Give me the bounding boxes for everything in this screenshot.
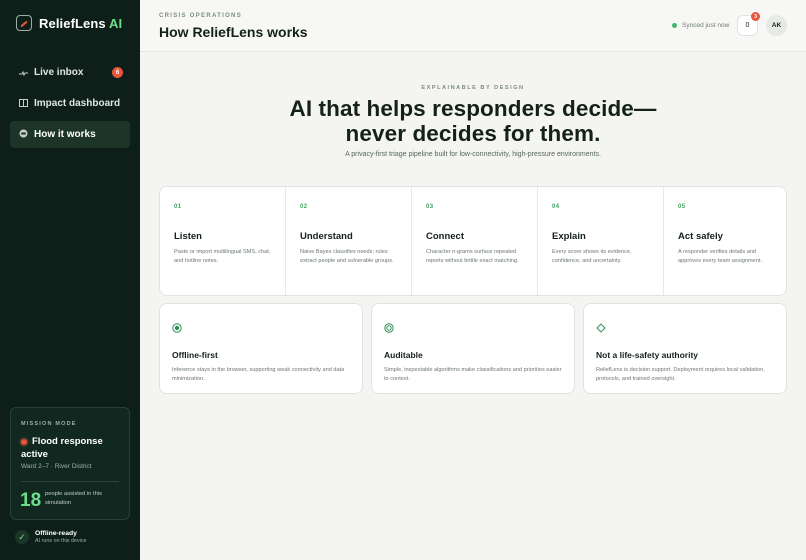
sidebar: ReliefLens AI Live inbox 6 Impact dashbo… [0,0,140,560]
diamond-icon [596,323,606,333]
people-assisted-count: 18 [20,490,42,511]
brand[interactable]: ReliefLens AI [16,15,122,31]
sync-dot-icon [672,23,677,28]
step-number: 02 [300,204,308,210]
pipeline-steps: 01 Listen Paste or import multilingual S… [159,186,787,296]
principle-description: ReliefLens is decision support. Deployme… [596,367,765,382]
info-icon [17,129,29,140]
step-description: Naive Bayes classifies needs; rules extr… [300,249,394,264]
sidebar-item-label: How it works [34,129,96,140]
step-card: 04 Explain Every score shows its evidenc… [538,187,664,295]
step-number: 01 [174,204,182,210]
principles: Offline-first Inference stays in the bro… [159,303,787,394]
step-card: 05 Act safely A responder verifies detai… [664,187,786,295]
mission-title: Flood response active [21,436,103,460]
pulse-icon [17,68,29,78]
hero-title-line-1: AI that helps responders decide— [289,96,657,121]
sync-status: Synced just now [672,22,729,29]
offline-title: Offline-ready [35,530,77,537]
header-kicker: CRISIS OPERATIONS [159,13,242,19]
sidebar-item-impact-dashboard[interactable]: Impact dashboard [10,90,130,117]
hero-kicker: EXPLAINABLE BY DESIGN [421,85,525,91]
step-title: Explain [552,231,586,242]
relieflens-logo-icon [16,15,32,31]
sync-label: Synced just now [682,22,730,29]
step-description: Paste or import multilingual SMS, chat, … [174,249,271,264]
hero-title-line-2: never decides for them. [345,121,601,146]
mission-ward: Ward 2–7 · River District [21,463,92,470]
step-title: Act safely [678,231,723,242]
hero-subtitle: A privacy-first triage pipeline built fo… [345,151,601,158]
step-title: Understand [300,231,353,242]
radio-target-icon [172,323,182,333]
step-number: 05 [678,204,686,210]
mission-mode-card: MISSION MODE Flood response active Ward … [10,407,130,520]
step-description: Every score shows its evidence, confiden… [552,249,632,264]
offline-subtitle: AI runs on this device [35,538,87,544]
principle-title: Not a life-safety authority [596,350,699,360]
step-number: 03 [426,204,434,210]
principle-description: Inference stays in the browser, supporti… [172,367,345,382]
sidebar-item-label: Live inbox [34,67,84,78]
step-number: 04 [552,204,560,210]
step-description: Character n-grams surface repeated repor… [426,249,519,264]
principle-card-not-life-safety: Not a life-safety authority ReliefLens i… [583,303,787,394]
principle-title: Auditable [384,350,423,360]
step-card: 01 Listen Paste or import multilingual S… [160,187,286,295]
avatar[interactable]: AK [766,15,787,36]
step-card: 02 Understand Naive Bayes classifies nee… [286,187,412,295]
target-icon [384,323,394,333]
step-title: Listen [174,231,202,242]
sidebar-item-how-it-works[interactable]: How it works [10,121,130,148]
sidebar-nav: Live inbox 6 Impact dashboard How it wor… [10,59,130,152]
people-assisted-label: people assisted in this simulation [45,491,103,506]
principle-card-offline-first: Offline-first Inference stays in the bro… [159,303,363,394]
principle-card-auditable: Auditable Simple, inspectable algorithms… [371,303,575,394]
principle-description: Simple, inspectable algorithms make clas… [384,367,562,382]
step-title: Connect [426,231,464,242]
step-card: 03 Connect Character n-grams surface rep… [412,187,538,295]
notifications-button[interactable]: 0 3 [737,12,760,36]
step-description: A responder verifies details and approve… [678,249,762,264]
inbox-count-badge: 6 [112,67,123,78]
notifications-badge: 3 [751,12,760,21]
principle-title: Offline-first [172,350,218,360]
check-icon: ✓ [15,530,29,544]
grid-icon [17,98,29,109]
notifications-value: 0 [745,22,750,29]
mission-label: MISSION MODE [21,421,77,427]
sidebar-item-live-inbox[interactable]: Live inbox 6 [10,59,130,86]
divider [21,481,119,482]
brand-name: ReliefLens AI [39,15,123,31]
hero-title: AI that helps responders decide— never d… [140,96,806,146]
top-header: CRISIS OPERATIONS How ReliefLens works S… [140,0,806,52]
offline-status: ✓ Offline-ready AI runs on this device [15,530,87,544]
sidebar-item-label: Impact dashboard [34,98,121,109]
page-title: How ReliefLens works [159,24,308,40]
